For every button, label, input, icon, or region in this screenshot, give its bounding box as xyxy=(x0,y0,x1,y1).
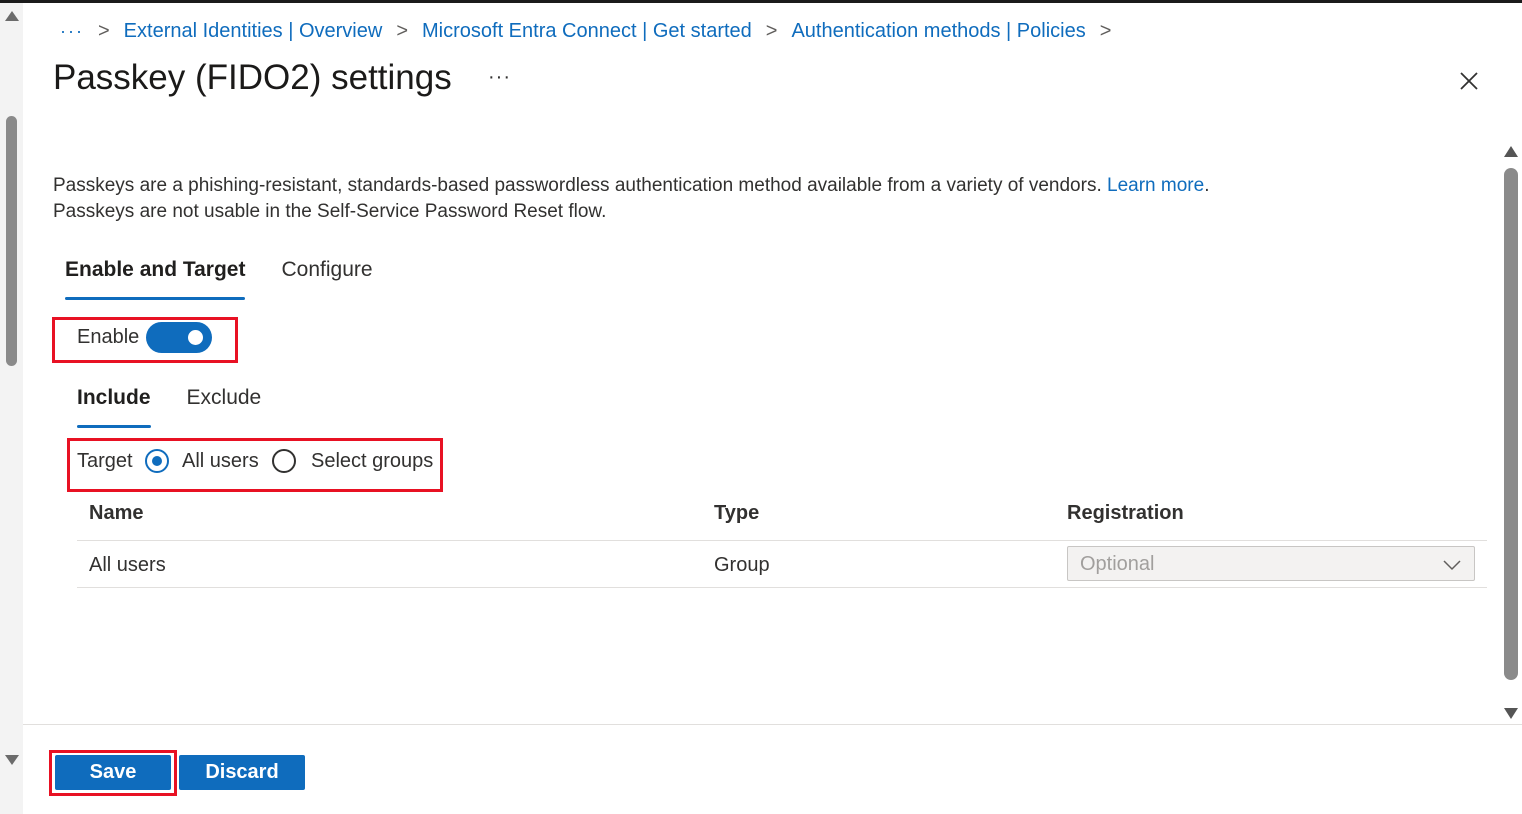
scrollbar-thumb[interactable] xyxy=(6,116,17,366)
target-label: Target xyxy=(77,450,133,472)
registration-dropdown[interactable]: Optional xyxy=(1067,546,1475,581)
description-line-1: Passkeys are a phishing-resistant, stand… xyxy=(53,175,1102,196)
chevron-right-icon: > xyxy=(1099,19,1112,42)
breadcrumb-entra-connect[interactable]: Microsoft Entra Connect | Get started xyxy=(422,20,752,43)
tab-include[interactable]: Include xyxy=(77,386,151,428)
cell-name: All users xyxy=(89,554,166,576)
chevron-right-icon: > xyxy=(396,19,408,42)
radio-dot xyxy=(152,456,162,466)
enable-toggle[interactable] xyxy=(146,322,212,353)
column-header-type: Type xyxy=(714,502,760,524)
description-period: . xyxy=(1204,175,1210,196)
breadcrumb-ellipsis[interactable]: ··· xyxy=(60,21,84,42)
breadcrumb-auth-methods[interactable]: Authentication methods | Policies xyxy=(791,20,1085,43)
scroll-up-arrow-icon[interactable] xyxy=(1504,146,1518,157)
header-divider xyxy=(77,540,1487,541)
all-users-radio-label[interactable]: All users xyxy=(182,450,259,473)
select-groups-radio[interactable] xyxy=(272,449,296,473)
learn-more-link[interactable]: Learn more xyxy=(1107,175,1204,196)
more-options-button[interactable]: ··· xyxy=(488,66,511,89)
enable-label: Enable xyxy=(77,326,140,348)
registration-dropdown-value: Optional xyxy=(1080,553,1155,575)
column-header-registration: Registration xyxy=(1067,502,1184,524)
toggle-knob xyxy=(188,330,203,345)
all-users-radio[interactable] xyxy=(145,449,169,473)
save-button[interactable]: Save xyxy=(55,755,171,790)
column-header-name: Name xyxy=(89,502,144,524)
footer-divider xyxy=(23,724,1522,725)
discard-button[interactable]: Discard xyxy=(179,755,305,790)
breadcrumb: ··· > External Identities | Overview > M… xyxy=(60,16,1125,46)
close-button[interactable] xyxy=(1452,64,1486,98)
cell-type: Group xyxy=(714,554,770,576)
breadcrumb-external-identities[interactable]: External Identities | Overview xyxy=(124,20,383,43)
tab-configure[interactable]: Configure xyxy=(281,258,372,300)
page-scrollbar[interactable] xyxy=(0,3,23,814)
chevron-down-icon xyxy=(1443,560,1461,571)
description-line-2: Passkeys are not usable in the Self-Serv… xyxy=(53,201,607,222)
row-divider xyxy=(77,587,1487,588)
chevron-right-icon: > xyxy=(765,19,778,42)
tab-exclude[interactable]: Exclude xyxy=(187,386,262,428)
chevron-right-icon: > xyxy=(97,19,110,42)
main-tabs: Enable and Target Configure xyxy=(65,258,409,300)
description: Passkeys are a phishing-resistant, stand… xyxy=(53,173,1209,225)
scroll-down-arrow-icon[interactable] xyxy=(1504,708,1518,719)
content-scrollbar[interactable] xyxy=(1500,146,1522,721)
scroll-up-arrow-icon[interactable] xyxy=(5,11,19,21)
tab-enable-and-target[interactable]: Enable and Target xyxy=(65,258,246,300)
scope-tabs: Include Exclude xyxy=(77,386,297,428)
close-icon xyxy=(1460,72,1478,90)
scroll-down-arrow-icon[interactable] xyxy=(5,755,19,765)
select-groups-radio-label[interactable]: Select groups xyxy=(311,450,433,473)
page-title: Passkey (FIDO2) settings xyxy=(53,58,452,97)
top-border xyxy=(0,0,1522,3)
scrollbar-thumb[interactable] xyxy=(1504,168,1518,680)
